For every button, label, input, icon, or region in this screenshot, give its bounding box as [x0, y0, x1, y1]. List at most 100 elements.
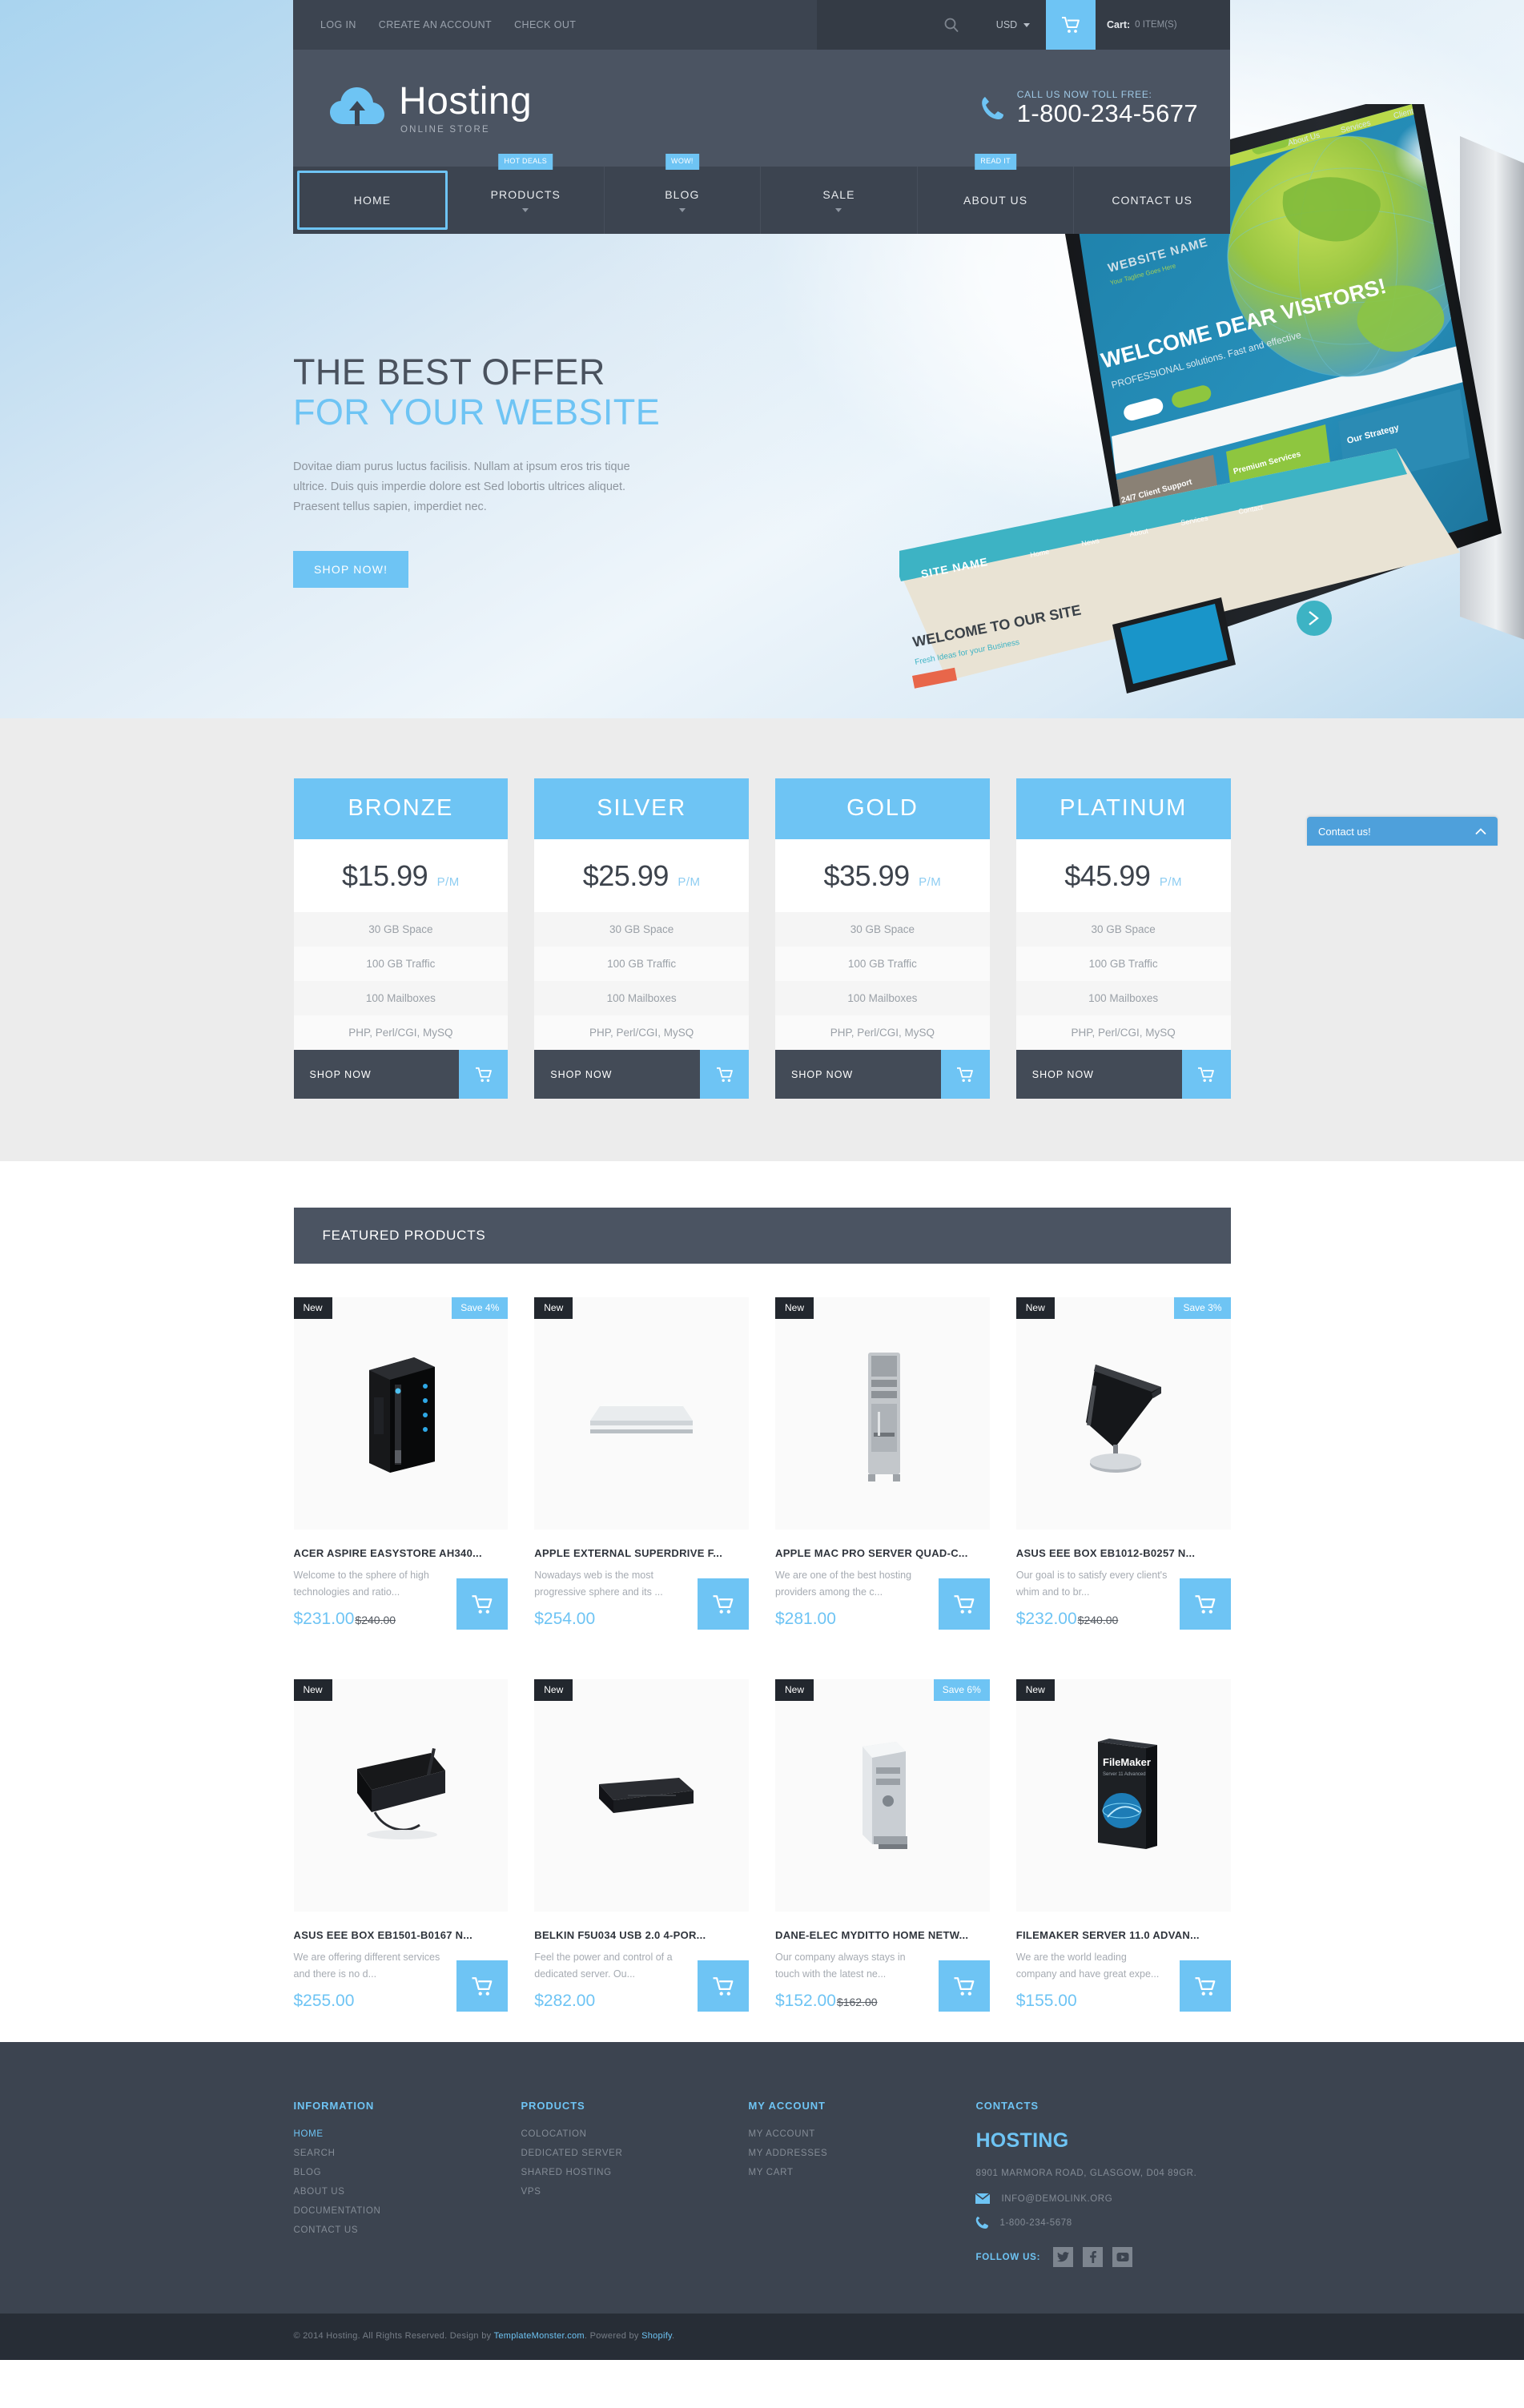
product-image[interactable]: New — [293, 1679, 509, 1912]
footer-link-dedicated-server[interactable]: DEDICATED SERVER — [521, 2149, 748, 2158]
footer-link-search[interactable]: SEARCH — [294, 2149, 521, 2158]
youtube-icon[interactable] — [1112, 2247, 1133, 2267]
create-account-link[interactable]: CREATE AN ACCOUNT — [379, 19, 492, 30]
footer-link-shared-hosting[interactable]: SHARED HOSTING — [521, 2168, 748, 2177]
templatemonster-link[interactable]: TemplateMonster.com — [494, 2331, 585, 2341]
search-button[interactable] — [817, 0, 980, 50]
plan-feature: 100 Mailboxes — [293, 981, 509, 1015]
footer-link-documentation[interactable]: DOCUMENTATION — [294, 2206, 521, 2216]
login-link[interactable]: LOG IN — [320, 19, 356, 30]
product-image[interactable]: New Save 3% — [1015, 1297, 1231, 1530]
product-image[interactable]: New Save 6% — [775, 1679, 990, 1912]
shopify-link[interactable]: Shopify — [641, 2331, 672, 2341]
footer-link-home[interactable]: HOME — [294, 2129, 521, 2139]
plan-footer: SHOP NOW — [775, 1050, 990, 1099]
product-card[interactable]: New Save 6% DANE-ELEC MYDITTO HOME NETW.… — [775, 1679, 990, 2012]
plan-price: $25.99 P/M — [534, 839, 749, 912]
product-card[interactable]: New ASUS EEE BOX EB1501-B0167 N... We ar — [293, 1679, 509, 2012]
check-out-link[interactable]: CHECK OUT — [514, 19, 576, 30]
product-price: $254.00 — [534, 1610, 596, 1629]
product-price: $255.00 — [293, 1992, 355, 2011]
footer-link-contact-us[interactable]: CONTACT US — [294, 2225, 521, 2235]
copyright-text: © 2014 Hosting. All Rights Reserved. Des… — [294, 2331, 1231, 2341]
pricing-container: BRONZE $15.99 P/M 30 GB Space 100 GB Tra… — [293, 778, 1231, 1099]
plan-shop-now-button[interactable]: SHOP NOW — [534, 1050, 700, 1099]
footer-link-my-addresses[interactable]: MY ADDRESSES — [748, 2149, 975, 2158]
product-title[interactable]: FILEMAKER SERVER 11.0 ADVAN... — [1016, 1929, 1231, 1941]
site-logo[interactable]: Hosting ONLINE STORE — [328, 82, 980, 135]
nav-item-products[interactable]: HOT DEALS PRODUCTS — [448, 154, 605, 234]
nav-item-contact-us[interactable]: CONTACT US — [1074, 167, 1230, 234]
plan-price-amount: $45.99 — [1064, 859, 1151, 892]
plan-add-to-cart-button[interactable] — [940, 1050, 990, 1099]
nav-item-about-us[interactable]: READ IT ABOUT US — [918, 154, 1075, 234]
add-to-cart-button[interactable] — [1179, 1578, 1231, 1630]
product-description: We are one of the best hosting providers… — [775, 1570, 912, 1598]
product-title[interactable]: APPLE EXTERNAL SUPERDRIVE F... — [534, 1547, 749, 1559]
add-to-cart-button[interactable] — [938, 1960, 990, 2012]
nav-item-blog[interactable]: WOW! BLOG — [605, 154, 762, 234]
footer-link-my-account[interactable]: MY ACCOUNT — [748, 2129, 975, 2139]
badge-new: New — [293, 1297, 332, 1319]
footer-link-colocation[interactable]: COLOCATION — [521, 2129, 748, 2139]
product-card[interactable]: New Save 4% ACER ASPIRE EASYSTORE AH340.… — [293, 1297, 509, 1630]
nav-item-sale[interactable]: SALE — [761, 167, 918, 234]
product-title[interactable]: ASUS EEE BOX EB1501-B0167 N... — [294, 1929, 509, 1941]
product-row: New Save 4% ACER ASPIRE EASYSTORE AH340.… — [293, 1297, 1231, 1630]
plan-shop-now-button[interactable]: SHOP NOW — [1015, 1050, 1182, 1099]
nav-badge-read-it: READ IT — [975, 154, 1016, 170]
plan-add-to-cart-button[interactable] — [700, 1050, 749, 1099]
footer-link-blog[interactable]: BLOG — [294, 2168, 521, 2177]
currency-selector[interactable]: USD — [980, 0, 1046, 50]
footer-phone-row[interactable]: 1-800-234-5678 — [975, 2216, 1230, 2229]
footer-link-my-cart[interactable]: MY CART — [748, 2168, 975, 2177]
currency-value: USD — [995, 19, 1018, 30]
product-card[interactable]: New APPLE EXTERNAL SUPERDRIVE F... Nowad… — [534, 1297, 749, 1630]
pricing-plan-silver: SILVER $25.99 P/M 30 GB Space 100 GB Tra… — [534, 778, 749, 1099]
plan-add-to-cart-button[interactable] — [1181, 1050, 1231, 1099]
plan-feature: PHP, Perl/CGI, MySQ — [293, 1015, 509, 1050]
add-to-cart-button[interactable] — [456, 1960, 509, 2012]
footer-link-vps[interactable]: VPS — [521, 2187, 748, 2197]
cart-icon — [1062, 17, 1080, 33]
cart-quantity: 0 ITEM(S) — [1135, 20, 1177, 30]
footer-link-about-us[interactable]: ABOUT US — [294, 2187, 521, 2197]
add-to-cart-button[interactable] — [938, 1578, 990, 1630]
product-card[interactable]: New APPLE MAC PRO SERVER QUAD-C... We ar… — [775, 1297, 990, 1630]
nav-item-home[interactable]: HOME — [297, 171, 448, 230]
product-card[interactable]: New Save 3% ASUS EEE BOX EB1012-B0257 N.… — [1015, 1297, 1231, 1630]
plan-price-period: P/M — [678, 875, 701, 889]
add-to-cart-button[interactable] — [456, 1578, 509, 1630]
twitter-icon[interactable] — [1053, 2247, 1074, 2267]
product-title[interactable]: DANE-ELEC MYDITTO HOME NETW... — [775, 1929, 990, 1941]
product-title[interactable]: ASUS EEE BOX EB1012-B0257 N... — [1016, 1547, 1231, 1559]
product-old-price: $162.00 — [836, 1996, 878, 2009]
product-card[interactable]: New FileMaker Server 11 Advanced FILEMAK… — [1015, 1679, 1231, 2012]
product-image[interactable]: New — [534, 1297, 749, 1530]
plan-add-to-cart-button[interactable] — [459, 1050, 509, 1099]
product-image[interactable]: New Save 4% — [293, 1297, 509, 1530]
product-image[interactable]: New — [534, 1679, 749, 1912]
cart-summary[interactable]: Cart: 0 ITEM(S) — [1096, 0, 1230, 50]
plan-shop-now-button[interactable]: SHOP NOW — [775, 1050, 941, 1099]
tower-server-icon — [368, 1357, 435, 1473]
product-image[interactable]: New FileMaker Server 11 Advanced — [1015, 1679, 1231, 1912]
shop-now-button[interactable]: SHOP NOW! — [293, 550, 409, 588]
product-title[interactable]: APPLE MAC PRO SERVER QUAD-C... — [775, 1547, 990, 1559]
cloud-upload-icon — [330, 87, 384, 126]
add-to-cart-button[interactable] — [1179, 1960, 1231, 2012]
add-to-cart-button[interactable] — [698, 1578, 749, 1630]
facebook-icon[interactable] — [1083, 2247, 1104, 2267]
product-card[interactable]: New BELKIN F5U034 USB 2.0 4-POR... Feel … — [534, 1679, 749, 2012]
footer-email-row[interactable]: INFO@DEMOLINK.ORG — [975, 2193, 1230, 2204]
product-image[interactable]: New — [775, 1297, 990, 1530]
product-title[interactable]: BELKIN F5U034 USB 2.0 4-POR... — [534, 1929, 749, 1941]
product-title[interactable]: ACER ASPIRE EASYSTORE AH340... — [294, 1547, 509, 1559]
cart-button[interactable] — [1046, 0, 1096, 50]
add-to-cart-button[interactable] — [698, 1960, 749, 2012]
product-row: New ASUS EEE BOX EB1501-B0167 N... We ar — [293, 1679, 1231, 2012]
plan-shop-now-button[interactable]: SHOP NOW — [293, 1050, 460, 1099]
contact-us-tab[interactable]: Contact us! — [1307, 817, 1498, 846]
top-utility-right: USD Cart: 0 ITEM(S) — [817, 0, 1230, 50]
footer-phone: 1-800-234-5678 — [999, 2217, 1072, 2228]
